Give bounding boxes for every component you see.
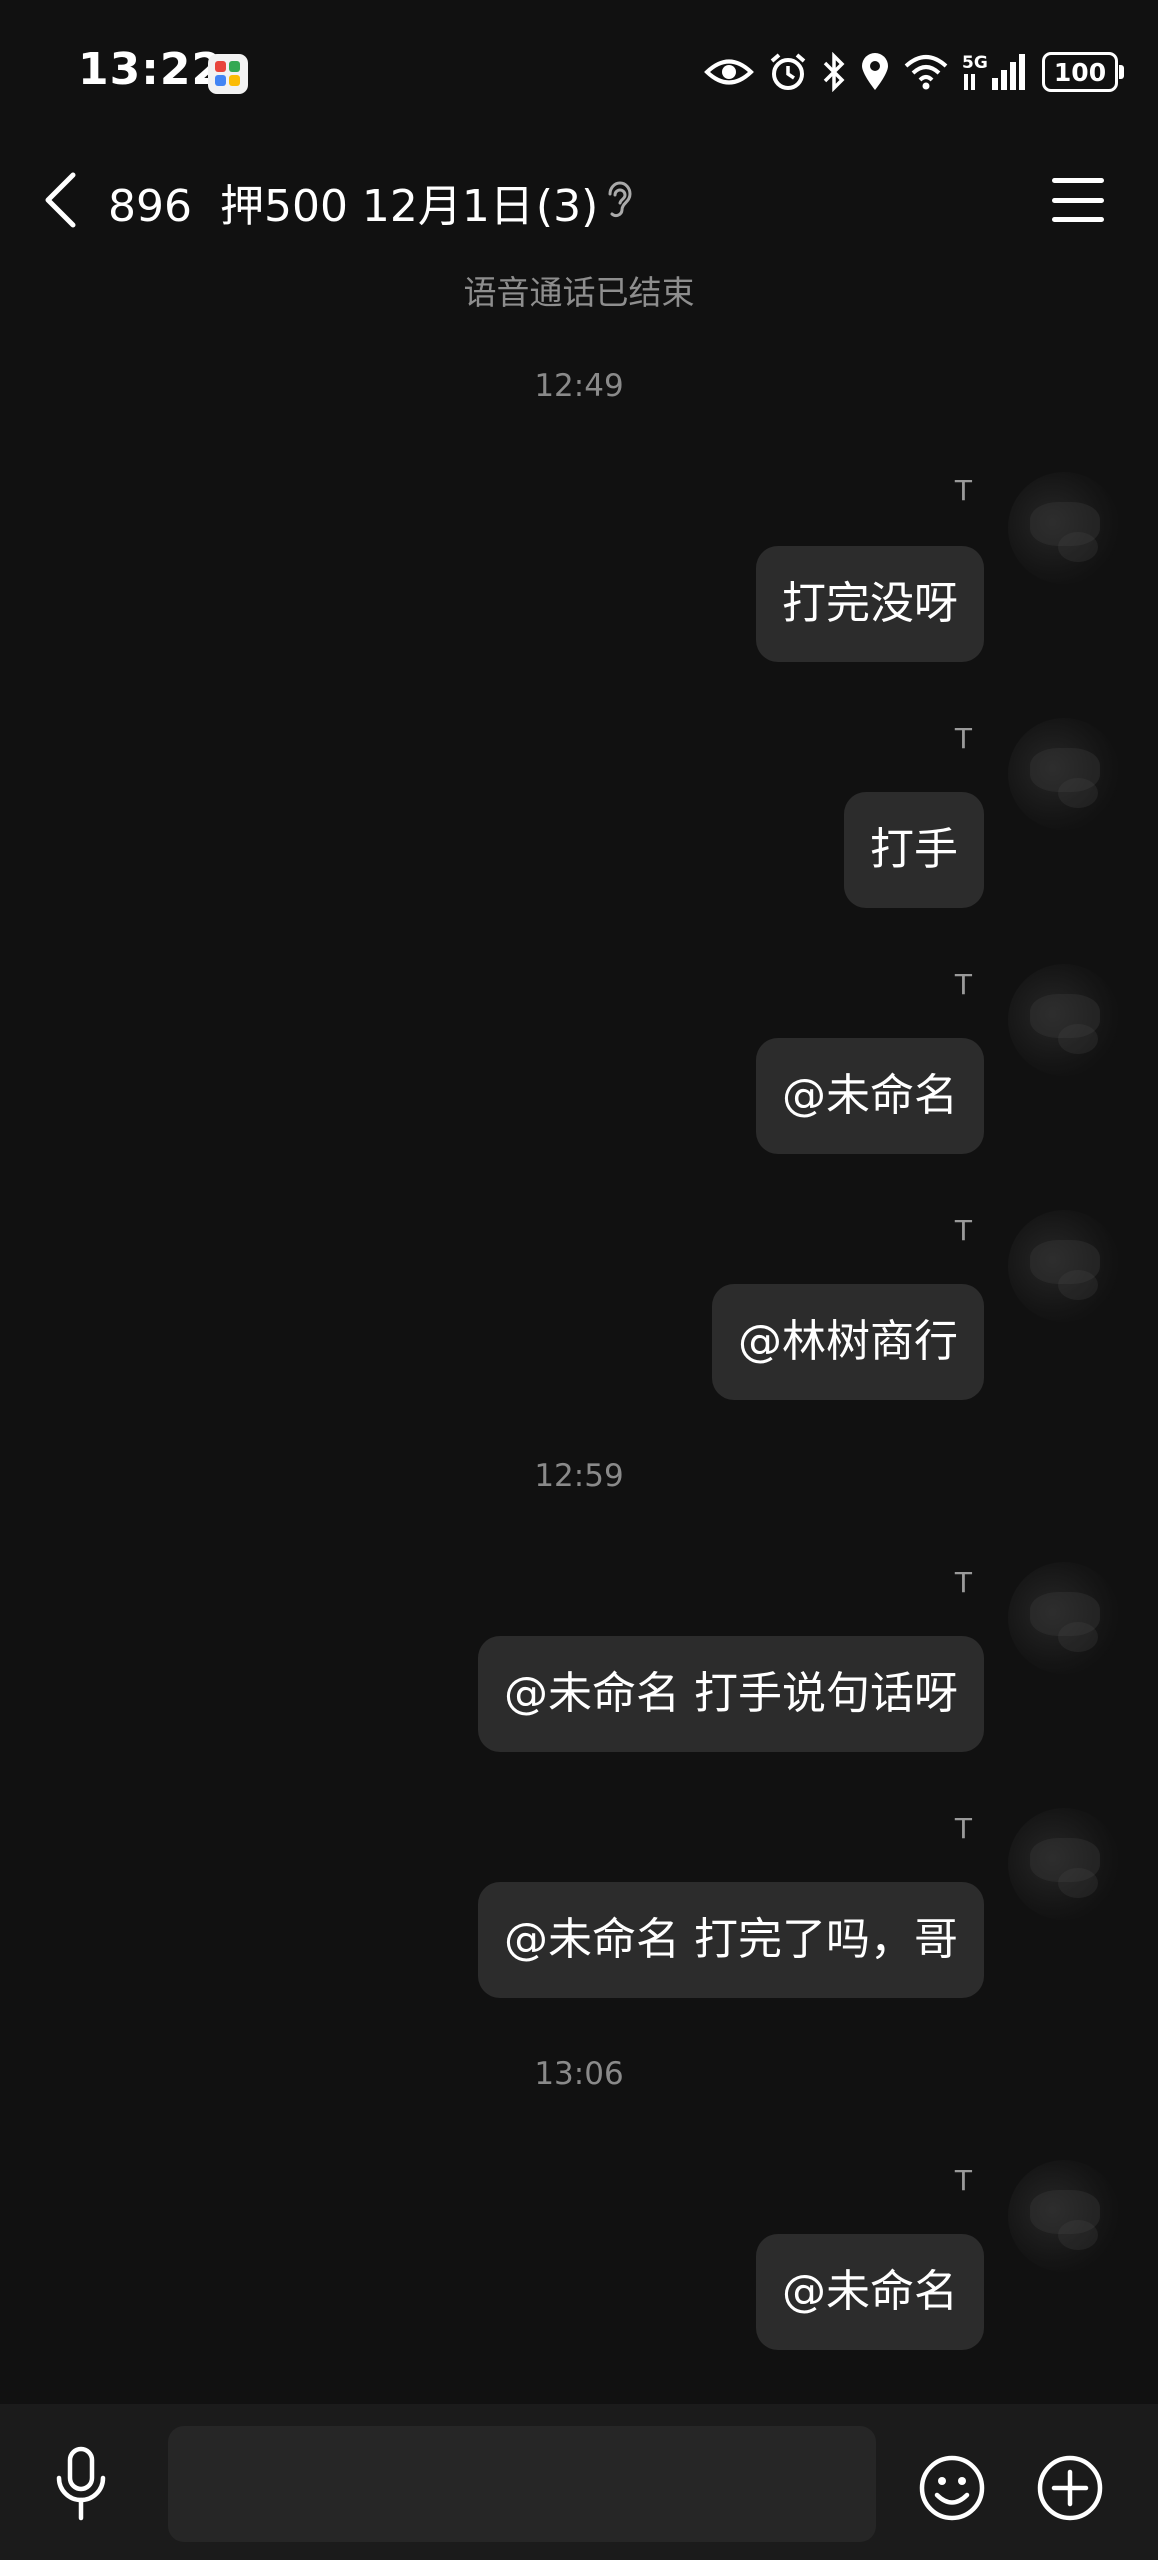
avatar[interactable] [1008,2160,1120,2272]
avatar[interactable] [1008,1562,1120,1674]
member-count: (3) [535,181,599,232]
avatar[interactable] [1008,472,1120,584]
status-time: 13:22 [78,44,224,95]
message-bubble[interactable]: @未命名 [756,2234,984,2350]
message-bubble[interactable]: 打手 [844,792,984,908]
alarm-icon [770,53,806,90]
sender-name: T [954,1214,972,1247]
back-button[interactable] [30,165,90,235]
battery-level: 100 [1053,57,1107,87]
sender-name: T [954,968,972,1001]
microphone-icon [56,2446,106,2521]
menu-icon-line [1052,178,1104,183]
timestamp: 12:59 [534,1458,624,1494]
menu-button[interactable] [1048,170,1108,230]
avatar[interactable] [1008,1210,1120,1322]
avatar[interactable] [1008,718,1120,830]
network-type: 5G [962,53,988,73]
ear-icon[interactable] [602,178,636,222]
message-bubble[interactable]: @林树商行 [712,1284,984,1400]
wifi-icon [904,55,948,90]
input-bar [0,2404,1158,2560]
message-bubble[interactable]: @未命名 打手说句话呀 [478,1636,984,1752]
eye-icon [704,59,754,85]
signal-icon: 5G [962,53,1025,90]
bluetooth-icon [823,52,845,92]
sender-name: T [954,2164,972,2197]
chat-title-text: 896 押500 12月1日 [108,181,534,232]
menu-icon-line [1052,197,1104,203]
location-icon [862,53,888,90]
menu-icon-line [1052,217,1104,222]
sender-name: T [954,474,972,507]
back-icon [45,172,76,228]
chat-title[interactable]: 896 押500 12月1日(3) [108,170,598,234]
timestamp: 13:06 [534,2056,624,2092]
chat-header: 896 押500 12月1日(3) [0,140,1158,260]
status-bar: 13:22 5G 100 [0,0,1158,140]
message-bubble[interactable]: 打完没呀 [756,546,984,662]
sender-name: T [954,722,972,755]
message-bubble[interactable]: @未命名 打完了吗，哥 [478,1882,984,1998]
message-bubble[interactable]: @未命名 [756,1038,984,1154]
sender-name: T [954,1566,972,1599]
message-input[interactable] [168,2426,876,2542]
battery-icon: 100 [1042,52,1124,92]
emoji-icon[interactable] [918,2454,986,2522]
avatar[interactable] [1008,964,1120,1076]
timestamp: 12:49 [534,368,624,404]
avatar[interactable] [1008,1808,1120,1920]
plus-icon[interactable] [1036,2454,1104,2522]
status-icons: 5G 100 [704,48,1124,96]
voice-button[interactable] [46,2446,116,2522]
system-message: 语音通话已结束 [463,273,695,312]
sender-name: T [954,1812,972,1845]
app-notification-icon [208,54,248,94]
